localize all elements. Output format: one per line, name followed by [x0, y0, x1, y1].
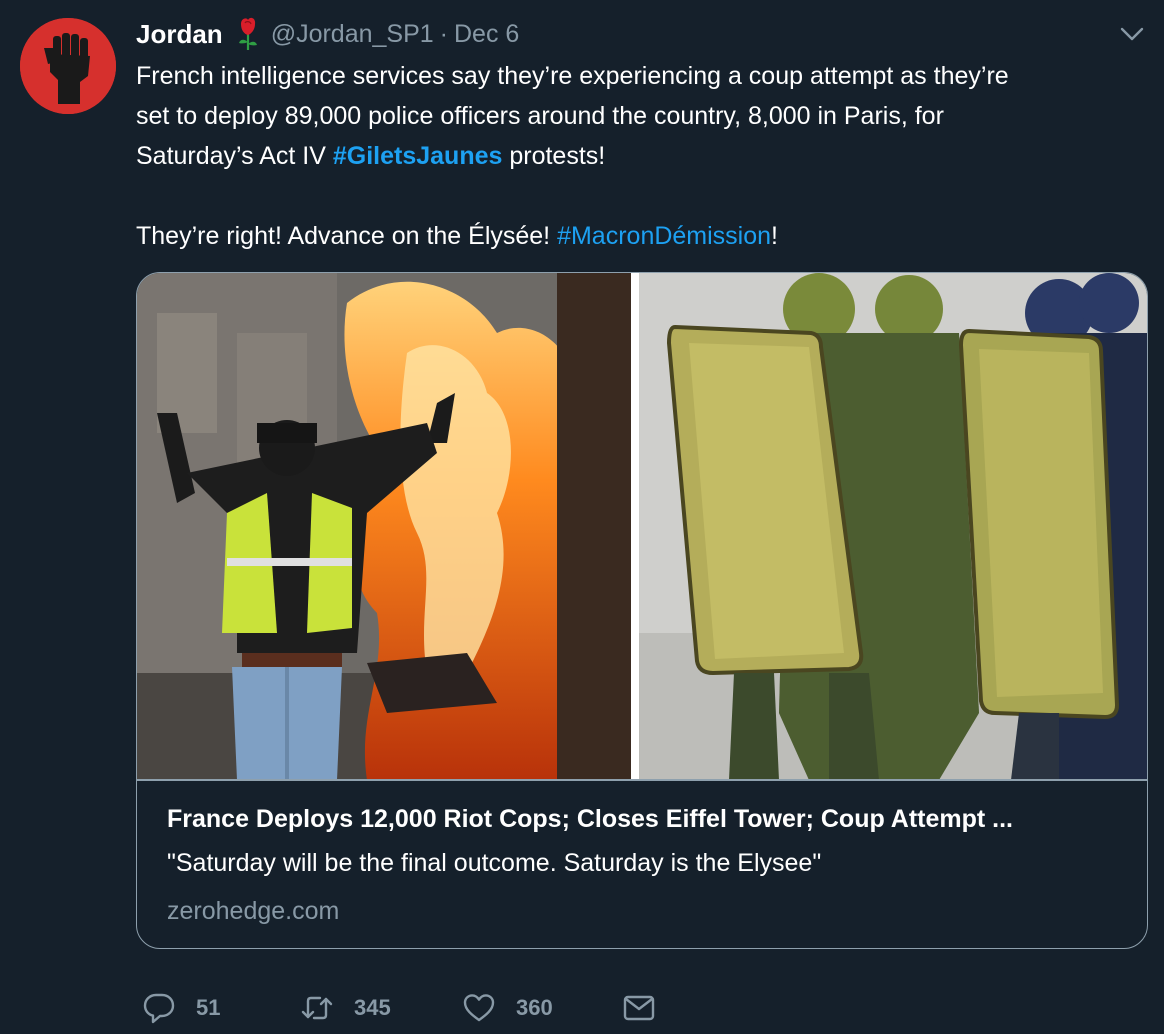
- rose-icon: [233, 16, 263, 52]
- direct-message-button[interactable]: [622, 988, 656, 1028]
- raised-fist-icon: [20, 18, 116, 114]
- tweet-text-segment: !: [771, 222, 778, 250]
- like-button[interactable]: 360: [462, 988, 553, 1028]
- card-image[interactable]: [137, 273, 1147, 780]
- reply-button[interactable]: 51: [142, 988, 220, 1028]
- author-handle[interactable]: @Jordan_SP1: [271, 20, 434, 49]
- tweet-text-line: French intelligence services say they’re…: [136, 62, 1009, 90]
- tweet-actions: 51 345 360: [136, 988, 1146, 1028]
- tweet-text-segment: They’re right! Advance on the Élysée!: [136, 222, 558, 250]
- tweet-date[interactable]: Dec 6: [454, 20, 519, 49]
- heart-icon: [463, 994, 495, 1022]
- tweet-text-segment: Saturday’s Act IV: [136, 142, 333, 170]
- card-domain: zerohedge.com: [167, 897, 340, 925]
- avatar[interactable]: [20, 18, 116, 114]
- hashtag-gilets-jaunes[interactable]: #GiletsJaunes: [333, 142, 503, 170]
- tweet-text-line: set to deploy 89,000 police officers aro…: [136, 102, 944, 130]
- reply-count: 51: [196, 995, 221, 1020]
- tweet-text-segment: protests!: [502, 142, 606, 170]
- tweet-text: French intelligence services say they’re…: [136, 56, 1146, 256]
- header-separator: ·: [439, 19, 448, 48]
- retweet-button[interactable]: 345: [300, 988, 391, 1028]
- chevron-down-icon[interactable]: [1118, 22, 1146, 46]
- hashtag-macron-demission[interactable]: #MacronDémission: [557, 222, 771, 250]
- author-name[interactable]: Jordan: [136, 19, 223, 50]
- card-divider: [137, 779, 1147, 781]
- tweet[interactable]: Jordan @Jordan_SP1 · Dec 6 French intell…: [0, 0, 1164, 1034]
- tweet-text-line: Saturday’s Act IV #GiletsJaunes protests…: [136, 136, 1146, 176]
- retweet-count: 345: [354, 995, 391, 1020]
- riot-police-image: [639, 273, 1147, 780]
- protester-fire-image: [137, 273, 631, 780]
- card-title[interactable]: France Deploys 12,000 Riot Cops; Closes …: [167, 805, 1127, 834]
- envelope-icon: [623, 995, 655, 1021]
- image-divider: [631, 273, 639, 780]
- reply-icon: [143, 993, 175, 1024]
- tweet-header: Jordan @Jordan_SP1 · Dec 6: [136, 14, 519, 54]
- retweet-icon: [301, 996, 333, 1020]
- card-description: "Saturday will be the final outcome. Sat…: [167, 849, 822, 877]
- like-count: 360: [516, 995, 553, 1020]
- link-card[interactable]: France Deploys 12,000 Riot Cops; Closes …: [136, 272, 1148, 949]
- tweet-text-line: They’re right! Advance on the Élysée! #M…: [136, 216, 1146, 256]
